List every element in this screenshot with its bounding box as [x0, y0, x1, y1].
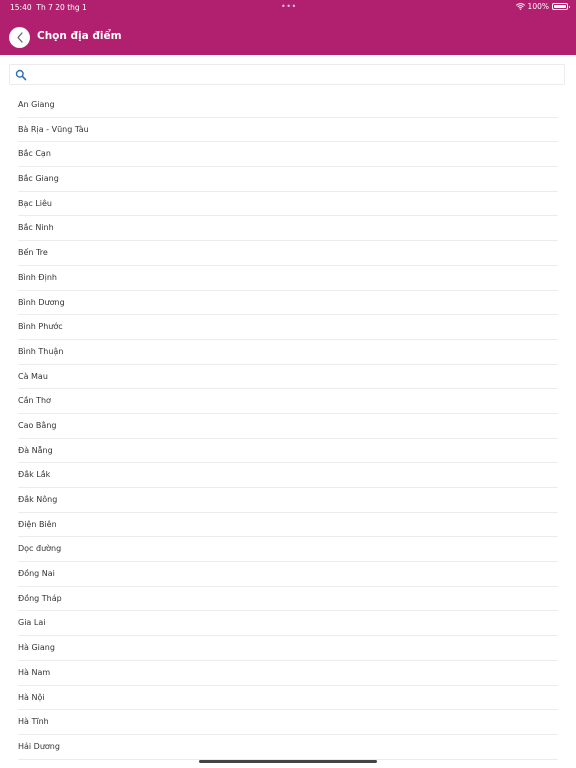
location-item[interactable]: Bình Định [18, 266, 558, 291]
navigation-bar: Chọn địa điểm [0, 20, 576, 55]
location-list: An Giang Bà Rịa - Vũng Tàu Bắc Cạn Bắc Gian… [18, 93, 558, 760]
search-box[interactable] [9, 64, 565, 85]
location-item[interactable]: Hà Nam [18, 661, 558, 686]
location-item[interactable]: Đồng Tháp [18, 587, 558, 612]
location-item[interactable]: Hà Giang [18, 636, 558, 661]
location-item[interactable]: Hải Dương [18, 735, 558, 760]
battery-icon [552, 3, 570, 10]
location-item[interactable]: Đà Nẵng [18, 439, 558, 464]
location-item[interactable]: Bạc Liêu [18, 192, 558, 217]
location-item[interactable]: Bình Phước [18, 315, 558, 340]
status-bar: 15:40 Th 7 20 thg 1 ••• 100% [0, 0, 576, 14]
location-item[interactable]: Cà Mau [18, 365, 558, 390]
location-item[interactable]: Bình Thuận [18, 340, 558, 365]
location-item[interactable]: Đồng Nai [18, 562, 558, 587]
location-item[interactable]: Hà Tĩnh [18, 710, 558, 735]
location-item[interactable]: Bình Dương [18, 291, 558, 316]
location-item[interactable]: Bắc Giang [18, 167, 558, 192]
location-item[interactable]: Bến Tre [18, 241, 558, 266]
location-item[interactable]: Bắc Ninh [18, 216, 558, 242]
back-button[interactable] [9, 27, 30, 48]
location-item[interactable]: Bắc Cạn [18, 142, 558, 168]
header-bar: 15:40 Th 7 20 thg 1 ••• 100% Chọn địa đi… [0, 0, 576, 55]
location-item[interactable]: Cần Thơ [18, 389, 558, 414]
location-item[interactable]: Gia Lai [18, 611, 558, 637]
home-indicator[interactable] [199, 760, 377, 763]
location-item[interactable]: Đắk Nông [18, 488, 558, 513]
status-indicators: 100% [515, 2, 570, 11]
location-item[interactable]: Điện Biên [18, 513, 558, 538]
wifi-icon [515, 3, 525, 10]
battery-percent: 100% [527, 2, 549, 11]
location-item[interactable]: Hà Nội [18, 686, 558, 711]
search-input[interactable] [32, 65, 560, 84]
status-time-date: 15:40 Th 7 20 thg 1 [10, 3, 87, 12]
location-item[interactable]: Đắk Lắk [18, 463, 558, 488]
search-icon [15, 69, 27, 81]
status-time: 15:40 [10, 3, 32, 12]
location-item[interactable]: Bà Rịa - Vũng Tàu [18, 118, 558, 143]
status-date: Th 7 20 thg 1 [36, 3, 87, 12]
location-item[interactable]: Cao Bằng [18, 414, 558, 439]
chevron-left-icon [16, 32, 24, 43]
multitasking-dots[interactable]: ••• [281, 2, 297, 11]
location-item[interactable]: An Giang [18, 93, 558, 118]
page-title: Chọn địa điểm [37, 30, 122, 42]
location-item[interactable]: Dọc đường [18, 537, 558, 563]
